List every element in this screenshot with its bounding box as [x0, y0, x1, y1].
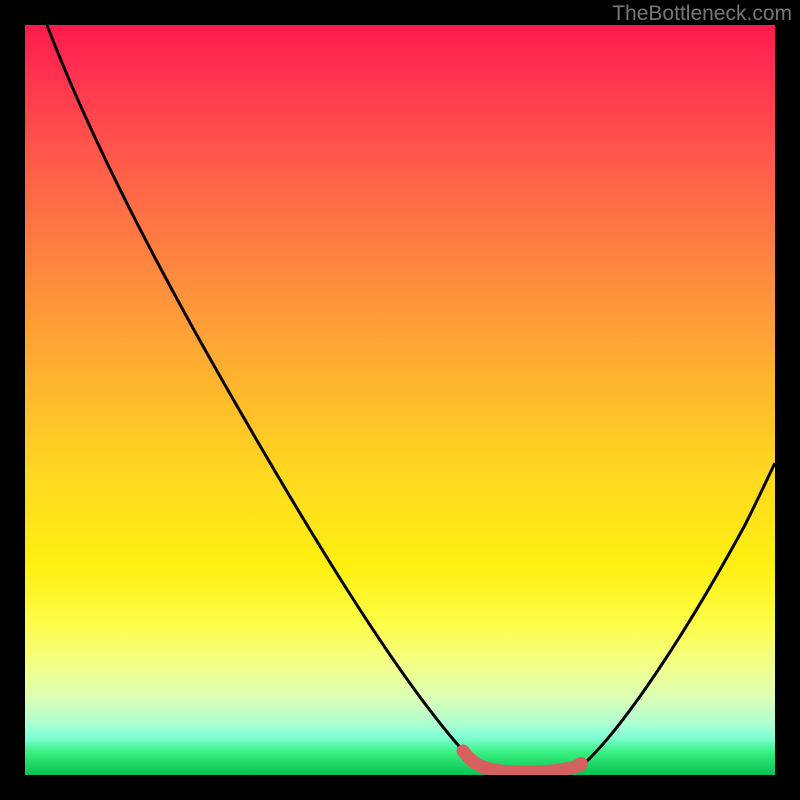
watermark-text: TheBottleneck.com: [612, 2, 792, 26]
optimal-point-marker: [574, 757, 588, 771]
curve-overlay: [25, 25, 775, 775]
optimal-zone-highlight: [463, 751, 581, 772]
chart-plot-area: [25, 25, 775, 775]
bottleneck-curve-path: [47, 25, 775, 773]
